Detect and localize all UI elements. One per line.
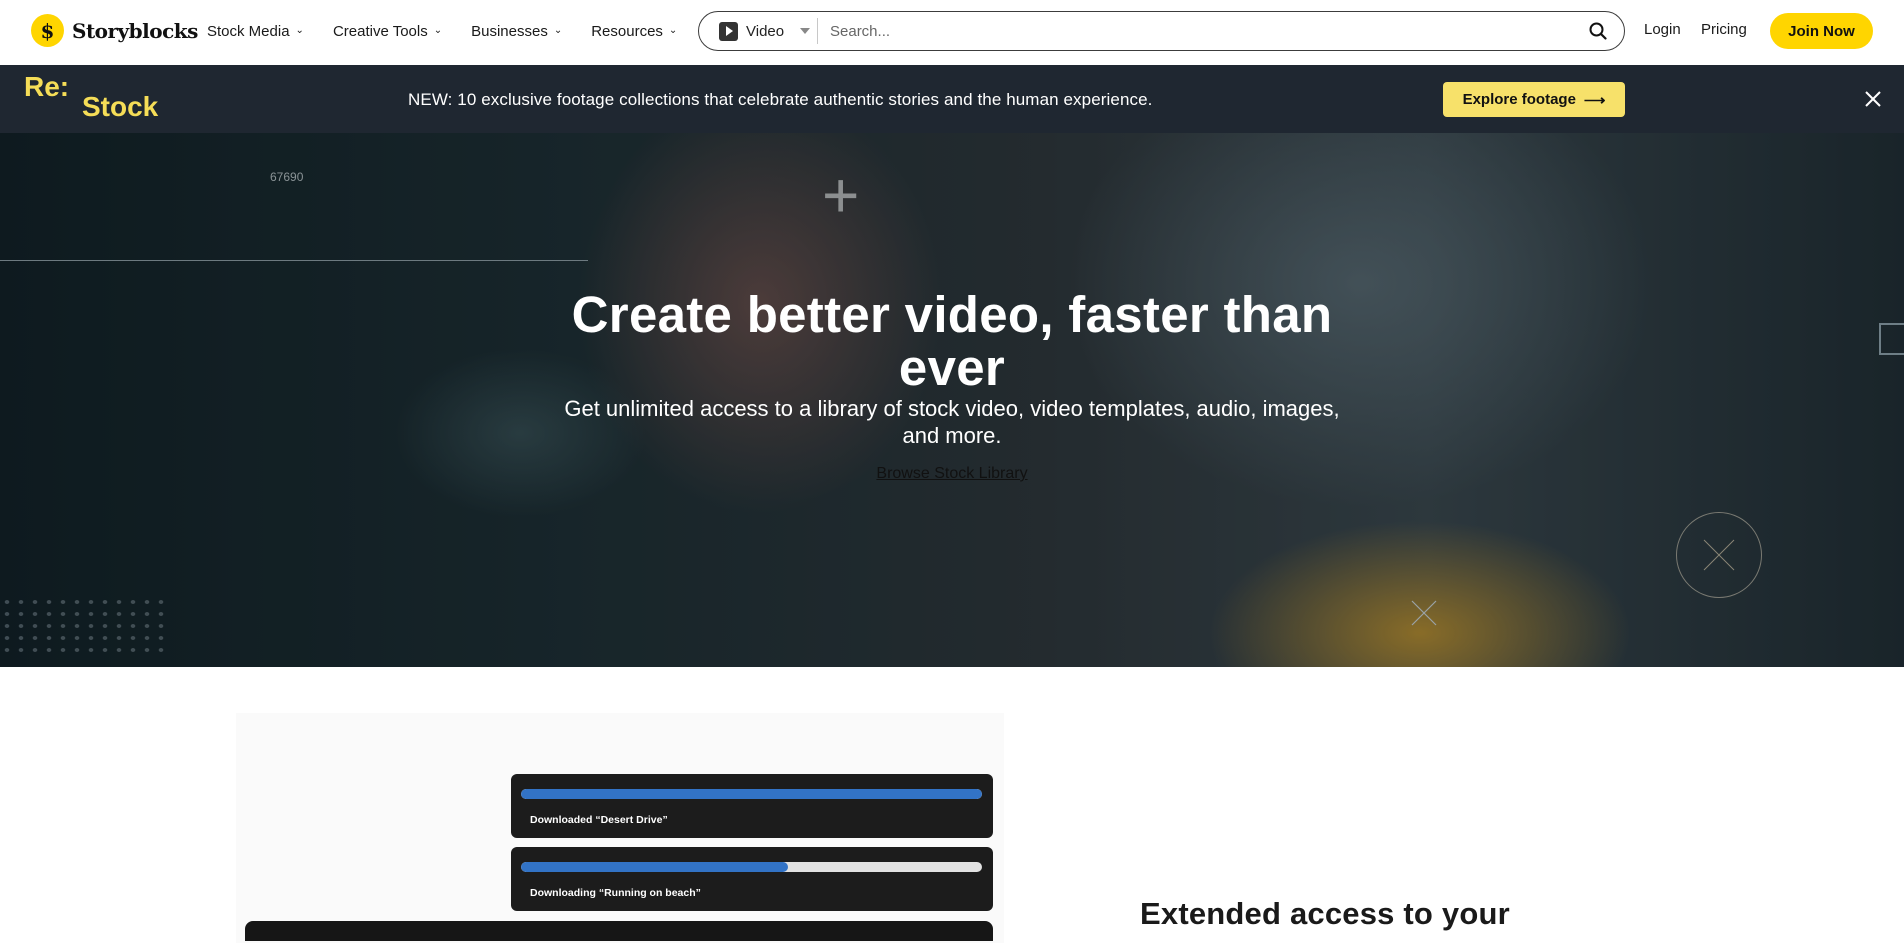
- download-progress-bar: [521, 789, 982, 799]
- search-bar: Video: [698, 11, 1625, 51]
- nav-businesses[interactable]: Businesses ⌄: [471, 23, 562, 40]
- join-now-button[interactable]: Join Now: [1770, 13, 1873, 49]
- chevron-down-icon: ⌄: [553, 24, 563, 36]
- pricing-link[interactable]: Pricing: [1701, 21, 1747, 38]
- storyblocks-logo[interactable]: $ Storyblocks: [31, 14, 198, 47]
- nav-resources-label: Resources: [591, 22, 663, 40]
- caret-down-icon: [800, 28, 811, 34]
- dot-grid-decor: [0, 596, 172, 654]
- hero-subtitle: Get unlimited access to a library of sto…: [564, 396, 1340, 448]
- hero-timecode: 67690: [270, 170, 304, 184]
- nav-businesses-label: Businesses: [471, 22, 548, 40]
- x-decor-icon: [1700, 536, 1738, 574]
- hero-title: Create better video, faster than ever: [571, 286, 1333, 396]
- login-link[interactable]: Login: [1644, 21, 1681, 38]
- nav-stock-media-label: Stock Media: [207, 22, 290, 40]
- top-navbar: $ Storyblocks Stock Media ⌄ Creative Too…: [0, 0, 1904, 65]
- explore-footage-label: Explore footage: [1462, 91, 1576, 108]
- download-card: Downloading “Running on beach”: [511, 847, 993, 911]
- hero-section: 67690 + Create better video, faster than…: [0, 133, 1904, 667]
- logo-mark-icon: $: [31, 14, 64, 47]
- chevron-down-icon: ⌄: [668, 24, 678, 36]
- download-label: Downloaded “Desert Drive”: [530, 814, 668, 826]
- promo-banner: Re: Stock NEW: 10 exclusive footage coll…: [0, 65, 1904, 133]
- search-icon[interactable]: [1578, 11, 1618, 51]
- nav-resources[interactable]: Resources ⌄: [591, 23, 677, 40]
- promo-text: NEW: 10 exclusive footage collections th…: [408, 90, 1153, 109]
- section-heading: Extended access to your: [1140, 896, 1510, 931]
- nav-creative-tools[interactable]: Creative Tools ⌄: [333, 23, 442, 40]
- download-progress-fill: [521, 862, 789, 872]
- video-play-icon: [719, 21, 738, 41]
- download-progress-bar: [521, 862, 982, 872]
- plus-decor-icon: +: [822, 159, 860, 231]
- square-decor-icon: [1879, 323, 1904, 355]
- explore-footage-button[interactable]: Explore footage ⟶: [1443, 82, 1625, 117]
- chevron-down-icon: ⌄: [295, 24, 304, 36]
- main-nav: Stock Media ⌄ Creative Tools ⌄ Businesse…: [207, 0, 706, 62]
- download-card: Downloaded “Desert Drive”: [511, 774, 993, 838]
- download-label: Downloading “Running on beach”: [530, 887, 701, 899]
- hero-decor-line: [0, 260, 588, 261]
- x-decor-icon: [1410, 599, 1438, 627]
- chevron-down-icon: ⌄: [433, 24, 443, 36]
- features-section: Downloaded “Desert Drive” Downloading “R…: [0, 667, 1904, 943]
- search-input[interactable]: [818, 16, 1578, 46]
- restock-logo-re: Re:: [24, 71, 70, 102]
- download-progress-fill: [521, 789, 982, 799]
- close-icon[interactable]: [1861, 87, 1885, 111]
- arrow-right-icon: ⟶: [1583, 91, 1606, 109]
- media-type-label: Video: [746, 22, 785, 40]
- nav-creative-tools-label: Creative Tools: [332, 22, 428, 40]
- media-type-select[interactable]: Video: [699, 18, 818, 44]
- restock-logo-stock: Stock: [82, 91, 159, 122]
- nav-stock-media[interactable]: Stock Media ⌄: [207, 23, 304, 40]
- browse-stock-library-link[interactable]: Browse Stock Library: [752, 465, 1152, 483]
- video-player-preview: [245, 921, 993, 941]
- logo-text: Storyblocks: [72, 18, 198, 43]
